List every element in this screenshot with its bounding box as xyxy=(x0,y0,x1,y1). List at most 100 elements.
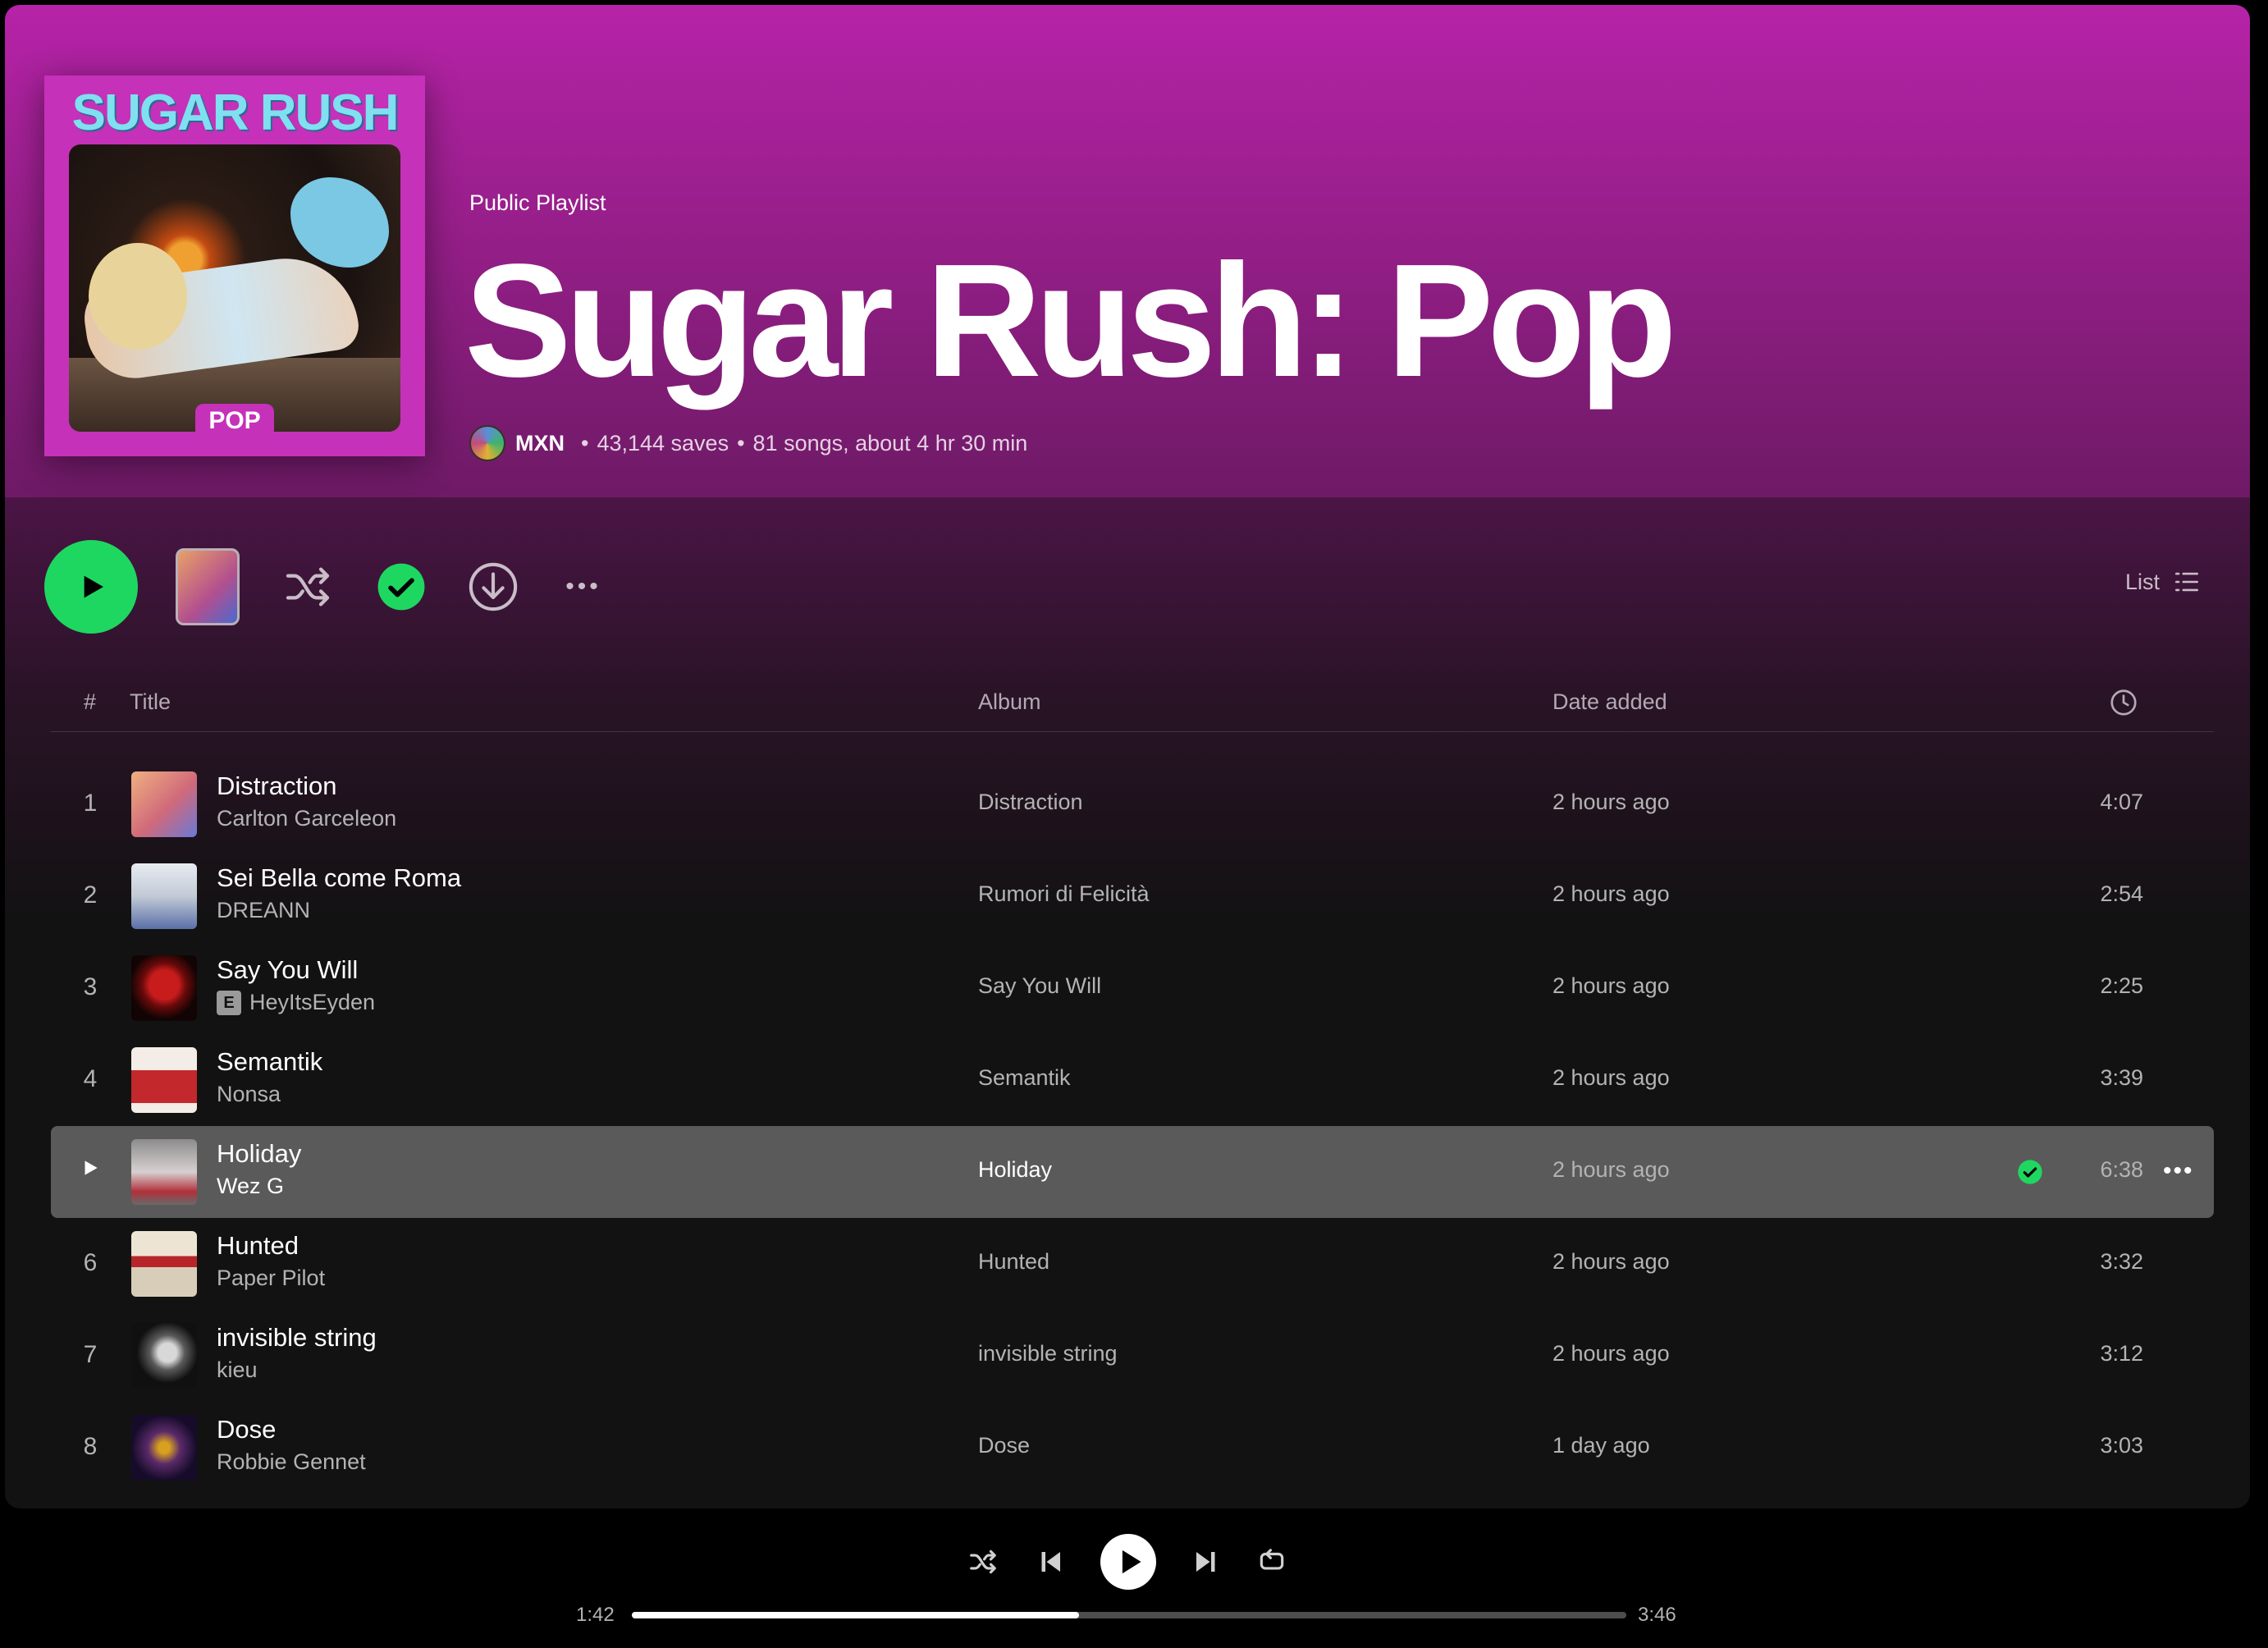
skip-back-icon xyxy=(1041,1552,1060,1572)
check-circle-icon xyxy=(377,563,425,611)
track-artist[interactable]: DREANN xyxy=(217,898,310,923)
playlist-meta: MXN • 43,144 saves • 81 songs, about 4 h… xyxy=(469,423,1027,463)
track-album[interactable]: Semantik xyxy=(978,1065,1071,1091)
track-album[interactable]: invisible string xyxy=(978,1341,1118,1366)
track-play-button[interactable] xyxy=(51,1157,130,1185)
repeat-button[interactable] xyxy=(1247,1533,1296,1591)
track-row[interactable]: 1 Distraction Carlton Garceleon Distract… xyxy=(51,758,2214,850)
playback-bar: 1:42 3:46 xyxy=(0,1508,2268,1648)
track-row[interactable]: 6 Hunted Paper Pilot Hunted 2 hours ago … xyxy=(51,1218,2214,1310)
track-row-hovered[interactable]: Holiday Wez G Holiday 2 hours ago 6:38 •… xyxy=(51,1126,2214,1218)
track-title[interactable]: Semantik xyxy=(217,1047,322,1077)
more-options-button[interactable]: ••• xyxy=(553,556,614,617)
play-icon xyxy=(84,575,103,598)
track-title[interactable]: Say You Will xyxy=(217,955,358,985)
col-album[interactable]: Album xyxy=(978,689,1041,715)
tracklist-header: # Title Album Date added xyxy=(51,678,2214,732)
explicit-badge: E xyxy=(217,990,241,1015)
play-button[interactable] xyxy=(44,540,138,634)
track-duration: 3:03 xyxy=(2100,1433,2143,1458)
track-artist[interactable]: Paper Pilot xyxy=(217,1266,325,1291)
track-number: 3 xyxy=(83,973,98,1000)
col-number: # xyxy=(84,689,97,714)
progress-bar[interactable] xyxy=(632,1612,1626,1618)
player-shuffle-button[interactable] xyxy=(958,1533,1008,1591)
cover-badge: POP xyxy=(195,404,274,438)
track-date-added: 1 day ago xyxy=(1552,1433,1650,1458)
action-bar: ••• List xyxy=(5,540,2250,634)
track-album[interactable]: Distraction xyxy=(978,790,1083,815)
track-artist[interactable]: Nonsa xyxy=(217,1082,281,1107)
preview-thumbnail[interactable] xyxy=(176,548,240,625)
track-row[interactable]: 3 Say You Will E HeyItsEyden Say You Wil… xyxy=(51,942,2214,1034)
track-album[interactable]: Dose xyxy=(978,1433,1030,1458)
track-title[interactable]: Dose xyxy=(217,1415,276,1444)
saved-button[interactable] xyxy=(371,556,432,617)
track-title[interactable]: Sei Bella come Roma xyxy=(217,863,461,893)
track-date-added: 2 hours ago xyxy=(1552,973,1670,998)
track-duration: 3:32 xyxy=(2100,1249,2143,1274)
meta-separator: • xyxy=(737,430,745,455)
track-artist[interactable]: Robbie Gennet xyxy=(217,1449,366,1475)
track-artist[interactable]: kieu xyxy=(217,1357,258,1383)
track-number: 8 xyxy=(83,1433,98,1460)
track-row[interactable]: 8 Dose Robbie Gennet Dose 1 day ago 3:03 xyxy=(51,1402,2214,1494)
owner-avatar[interactable] xyxy=(469,425,505,461)
track-duration: 4:07 xyxy=(2100,790,2143,814)
track-album[interactable]: Say You Will xyxy=(978,973,1101,999)
player-play-button[interactable] xyxy=(1100,1533,1157,1591)
track-album[interactable]: Hunted xyxy=(978,1249,1049,1275)
shuffle-button[interactable] xyxy=(277,556,338,617)
repeat-icon xyxy=(1260,1549,1284,1570)
track-more-button[interactable]: ••• xyxy=(2163,1157,2194,1185)
track-date-added: 2 hours ago xyxy=(1552,881,1670,906)
track-number: 4 xyxy=(83,1065,98,1092)
track-title[interactable]: invisible string xyxy=(217,1323,377,1353)
col-duration[interactable] xyxy=(2109,688,2138,723)
view-label: List xyxy=(2124,569,2160,594)
track-row[interactable]: 2 Sei Bella come Roma DREANN Rumori di F… xyxy=(51,850,2214,942)
track-date-added: 2 hours ago xyxy=(1552,1341,1670,1366)
track-title[interactable]: Holiday xyxy=(217,1139,301,1169)
track-title[interactable]: Distraction xyxy=(217,771,336,801)
track-artwork xyxy=(131,1415,197,1481)
track-artist[interactable]: Wez G xyxy=(217,1174,284,1199)
list-icon xyxy=(2174,572,2199,592)
playlist-cover[interactable]: SUGAR RUSH POP xyxy=(44,76,425,456)
track-date-added: 2 hours ago xyxy=(1552,1065,1670,1090)
track-row[interactable]: 7 invisible string kieu invisible string… xyxy=(51,1310,2214,1402)
col-date-added[interactable]: Date added xyxy=(1552,689,1667,715)
cover-title: SUGAR RUSH xyxy=(71,85,400,141)
elapsed-time: 1:42 xyxy=(576,1604,615,1626)
cover-photo xyxy=(69,144,400,432)
songs-summary: 81 songs, about 4 hr 30 min xyxy=(752,430,1028,455)
track-date-added: 2 hours ago xyxy=(1552,1157,1670,1182)
previous-button[interactable] xyxy=(1026,1533,1075,1591)
track-album[interactable]: Rumori di Felicità xyxy=(978,881,1150,907)
track-duration: 3:39 xyxy=(2100,1065,2143,1090)
track-number: 1 xyxy=(83,790,98,817)
total-time: 3:46 xyxy=(1638,1604,1676,1626)
saved-track-button[interactable] xyxy=(2017,1159,2043,1185)
owner-link[interactable]: MXN xyxy=(515,431,565,456)
col-title[interactable]: Title xyxy=(130,689,171,715)
skip-forward-icon xyxy=(1196,1552,1215,1572)
app-window: SUGAR RUSH POP Public Playlist Sugar Rus… xyxy=(5,5,2250,1508)
view-toggle[interactable]: List xyxy=(2125,568,2201,596)
track-artist[interactable]: Carlton Garceleon xyxy=(217,806,396,831)
track-album[interactable]: Holiday xyxy=(978,1157,1052,1183)
play-icon xyxy=(1100,1534,1156,1590)
track-duration: 2:54 xyxy=(2100,881,2143,906)
track-title[interactable]: Hunted xyxy=(217,1231,299,1261)
playlist-title: Sugar Rush: Pop xyxy=(464,231,1677,410)
next-button[interactable] xyxy=(1182,1533,1231,1591)
track-row[interactable]: 4 Semantik Nonsa Semantik 2 hours ago 3:… xyxy=(51,1034,2214,1126)
saves-count: 43,144 saves xyxy=(597,430,729,455)
download-button[interactable] xyxy=(463,556,524,617)
track-artwork xyxy=(131,955,197,1021)
track-artist[interactable]: E HeyItsEyden xyxy=(217,990,375,1015)
track-artwork xyxy=(131,1231,197,1297)
download-icon xyxy=(469,562,518,611)
track-number: 6 xyxy=(83,1249,98,1276)
track-duration: 6:38 xyxy=(2100,1157,2143,1182)
